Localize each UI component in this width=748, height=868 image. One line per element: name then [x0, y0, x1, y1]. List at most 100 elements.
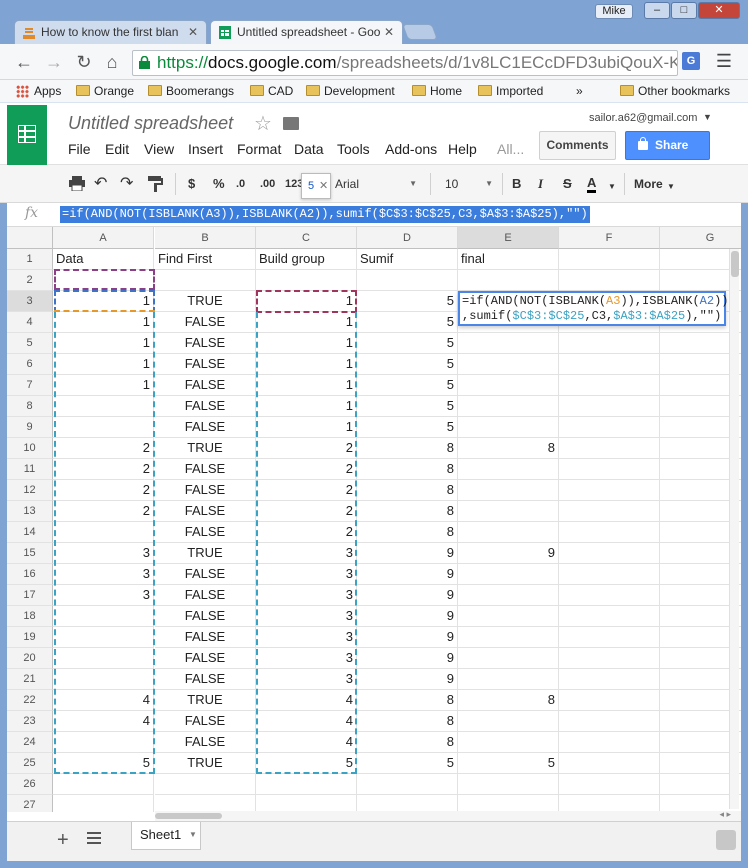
cell-a9[interactable]	[53, 417, 154, 438]
browser-tab-inactive[interactable]: How to know the first blan ✕	[14, 20, 207, 44]
maximize-button[interactable]: □	[671, 2, 697, 19]
cell-d15[interactable]: 9	[357, 543, 458, 564]
cell-c11[interactable]: 2	[256, 459, 357, 480]
cell-e24[interactable]	[458, 732, 559, 753]
cell-f6[interactable]	[559, 354, 660, 375]
cell-e16[interactable]	[458, 564, 559, 585]
bookmark-development[interactable]: Development	[306, 83, 395, 99]
cell-f20[interactable]	[559, 648, 660, 669]
cell-e25[interactable]: 5	[458, 753, 559, 774]
column-header-g[interactable]: G	[660, 227, 741, 249]
cell-e5[interactable]	[458, 333, 559, 354]
scrollbar-thumb[interactable]	[731, 251, 739, 277]
row-header[interactable]: 8	[7, 396, 53, 417]
cell-b19[interactable]: FALSE	[155, 627, 256, 648]
column-header-e[interactable]: E	[458, 227, 559, 249]
column-header-a[interactable]: A	[53, 227, 154, 249]
row-header[interactable]: 6	[7, 354, 53, 375]
vertical-scrollbar[interactable]	[729, 249, 739, 809]
cell-a26[interactable]	[53, 774, 154, 795]
cell-c24[interactable]: 4	[256, 732, 357, 753]
cell-f17[interactable]	[559, 585, 660, 606]
cell-f2[interactable]	[559, 270, 660, 291]
cell-b20[interactable]: FALSE	[155, 648, 256, 669]
cell-b13[interactable]: FALSE	[155, 501, 256, 522]
all-sheets-list-icon[interactable]	[87, 832, 101, 844]
increase-decimals-button[interactable]: .00	[260, 175, 275, 193]
cell-b1[interactable]: Find First	[155, 249, 256, 270]
cell-b18[interactable]: FALSE	[155, 606, 256, 627]
menu-tools[interactable]: Tools	[337, 141, 370, 157]
cell-e22[interactable]: 8	[458, 690, 559, 711]
more-toolbar-button[interactable]: More	[634, 175, 663, 193]
text-color-button[interactable]: A	[587, 175, 597, 193]
menu-all-changes[interactable]: All...	[497, 141, 524, 157]
comments-button[interactable]: Comments	[539, 131, 616, 160]
row-header[interactable]: 5	[7, 333, 53, 354]
cell-d18[interactable]: 9	[357, 606, 458, 627]
share-button[interactable]: Share	[625, 131, 710, 160]
row-header[interactable]: 17	[7, 585, 53, 606]
cell-c18[interactable]: 3	[256, 606, 357, 627]
cell-b4[interactable]: FALSE	[155, 312, 256, 333]
cell-d20[interactable]: 9	[357, 648, 458, 669]
cell-d10[interactable]: 8	[357, 438, 458, 459]
cell-b6[interactable]: FALSE	[155, 354, 256, 375]
row-header[interactable]: 22	[7, 690, 53, 711]
cell-e19[interactable]	[458, 627, 559, 648]
cell-c8[interactable]: 1	[256, 396, 357, 417]
print-icon[interactable]	[69, 176, 85, 191]
cell-d13[interactable]: 8	[357, 501, 458, 522]
cell-e17[interactable]	[458, 585, 559, 606]
cell-d25[interactable]: 5	[357, 753, 458, 774]
cell-e21[interactable]	[458, 669, 559, 690]
menu-format[interactable]: Format	[237, 141, 281, 157]
cell-b3[interactable]: TRUE	[155, 291, 256, 312]
strikethrough-button[interactable]: S	[563, 175, 572, 193]
bookmark-apps[interactable]: Apps	[16, 83, 61, 99]
cell-f24[interactable]	[559, 732, 660, 753]
cell-b14[interactable]: FALSE	[155, 522, 256, 543]
redo-icon[interactable]: ↷	[120, 175, 133, 193]
row-header[interactable]: 24	[7, 732, 53, 753]
cell-e27[interactable]	[458, 795, 559, 812]
move-to-folder-icon[interactable]	[283, 117, 299, 130]
add-sheet-button[interactable]: +	[57, 830, 69, 850]
cell-a3[interactable]: 1	[53, 291, 154, 312]
cell-f23[interactable]	[559, 711, 660, 732]
cell-b17[interactable]: FALSE	[155, 585, 256, 606]
close-tab-icon[interactable]: ✕	[384, 21, 394, 44]
explore-icon[interactable]	[716, 830, 736, 850]
cell-f21[interactable]	[559, 669, 660, 690]
cell-a18[interactable]	[53, 606, 154, 627]
cell-a19[interactable]	[53, 627, 154, 648]
cell-c16[interactable]: 3	[256, 564, 357, 585]
reload-icon[interactable]: ↻	[74, 52, 94, 72]
cell-d12[interactable]: 8	[357, 480, 458, 501]
cell-b12[interactable]: FALSE	[155, 480, 256, 501]
cell-d22[interactable]: 8	[357, 690, 458, 711]
cell-b9[interactable]: FALSE	[155, 417, 256, 438]
cell-c9[interactable]: 1	[256, 417, 357, 438]
cell-d5[interactable]: 5	[357, 333, 458, 354]
bookmark-orange[interactable]: Orange	[76, 83, 134, 99]
cell-c7[interactable]: 1	[256, 375, 357, 396]
cell-d24[interactable]: 8	[357, 732, 458, 753]
cell-a1[interactable]: Data	[53, 249, 154, 270]
cell-a27[interactable]	[53, 795, 154, 812]
cell-a6[interactable]: 1	[53, 354, 154, 375]
cell-c1[interactable]: Build group	[256, 249, 357, 270]
cell-b26[interactable]	[155, 774, 256, 795]
cell-a25[interactable]: 5	[53, 753, 154, 774]
star-icon[interactable]: ☆	[254, 111, 272, 136]
column-header-f[interactable]: F	[559, 227, 660, 249]
row-header[interactable]: 1	[7, 249, 53, 270]
formula-bar[interactable]: fx =if(AND(NOT(ISBLANK(A3)),ISBLANK(A2))…	[7, 203, 741, 227]
cell-a11[interactable]: 2	[53, 459, 154, 480]
cell-f14[interactable]	[559, 522, 660, 543]
cell-b8[interactable]: FALSE	[155, 396, 256, 417]
cell-c6[interactable]: 1	[256, 354, 357, 375]
cell-d19[interactable]: 9	[357, 627, 458, 648]
cell-e7[interactable]	[458, 375, 559, 396]
row-header[interactable]: 23	[7, 711, 53, 732]
